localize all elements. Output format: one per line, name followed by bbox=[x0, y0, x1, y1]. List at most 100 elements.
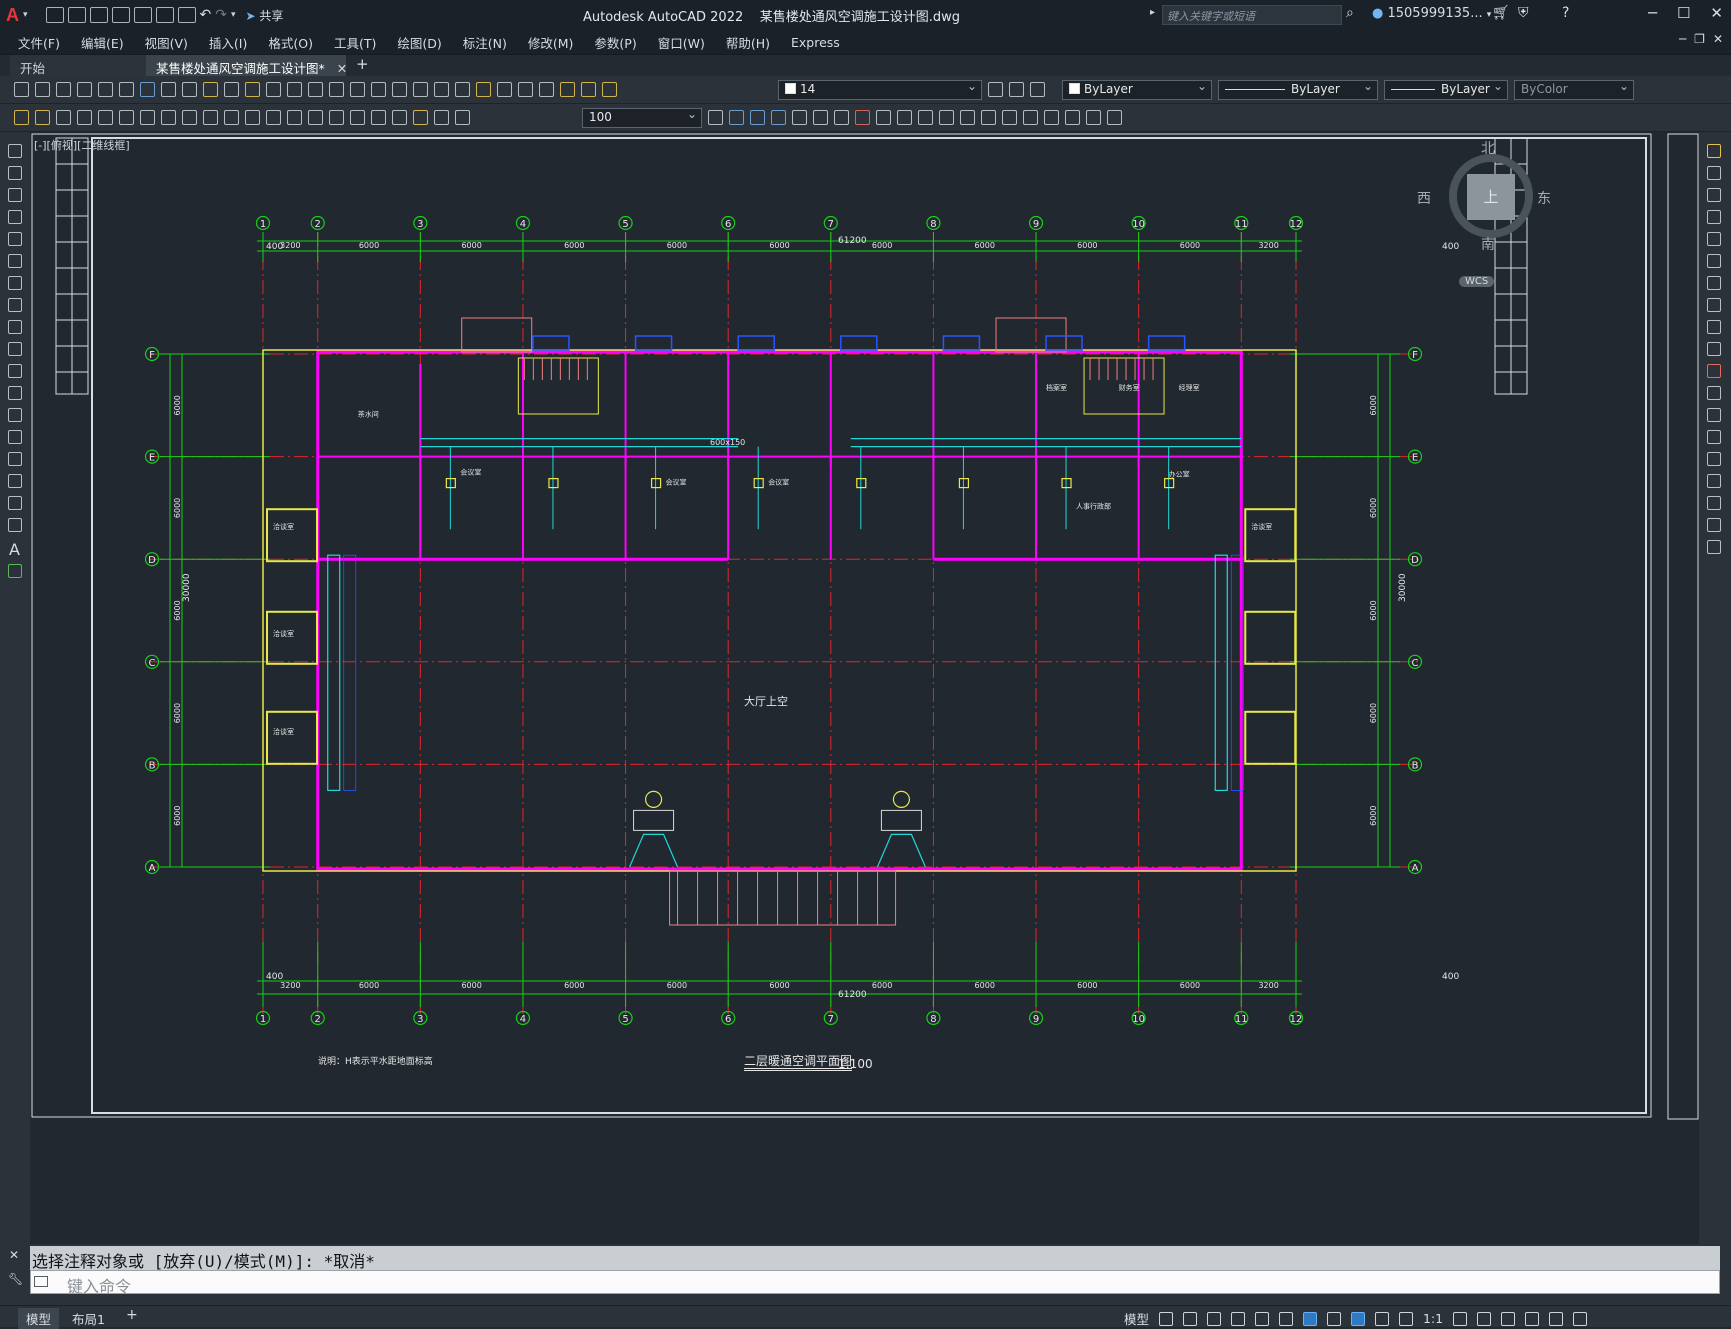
offset-right-icon[interactable] bbox=[1707, 232, 1721, 246]
gradient-icon[interactable] bbox=[8, 474, 22, 488]
multiline-text-icon[interactable]: A bbox=[9, 540, 20, 559]
spline-icon[interactable] bbox=[8, 320, 22, 334]
compass-east[interactable]: 东 bbox=[1537, 188, 1551, 208]
doc-minimize-icon[interactable]: ─ bbox=[1679, 32, 1686, 46]
layer-on-icon[interactable] bbox=[560, 82, 575, 97]
snap-icon[interactable] bbox=[1183, 1311, 1198, 1326]
color-dropdown[interactable]: ByLayer bbox=[1062, 79, 1212, 100]
tab-start[interactable]: 开始 bbox=[10, 55, 146, 77]
print-preview-icon[interactable] bbox=[98, 82, 113, 97]
dim-break-icon[interactable] bbox=[308, 110, 323, 125]
polygon-icon[interactable] bbox=[8, 210, 22, 224]
chamfer-right-icon[interactable] bbox=[1707, 474, 1721, 488]
new-tab-icon[interactable]: + bbox=[356, 55, 369, 77]
layer-lock-icon[interactable] bbox=[602, 82, 617, 97]
construction-line-icon[interactable] bbox=[8, 166, 22, 180]
layer-properties-icon[interactable] bbox=[539, 82, 554, 97]
tab-close-icon[interactable]: ✕ bbox=[337, 61, 347, 76]
blend-icon[interactable] bbox=[1707, 518, 1721, 532]
cut-icon[interactable] bbox=[161, 82, 176, 97]
menu-edit[interactable]: 编辑(E) bbox=[81, 33, 134, 52]
compass-north[interactable]: 北 bbox=[1481, 138, 1495, 158]
linetype-dropdown[interactable]: ByLayer bbox=[1218, 79, 1378, 100]
help-toolbar-icon[interactable] bbox=[518, 82, 533, 97]
insert-block-icon[interactable] bbox=[8, 386, 22, 400]
ortho-icon[interactable] bbox=[1207, 1311, 1222, 1326]
mirror-right-icon[interactable] bbox=[1707, 210, 1721, 224]
polyline-icon[interactable] bbox=[8, 188, 22, 202]
dim-edit-icon[interactable] bbox=[413, 110, 428, 125]
close-icon[interactable]: ✕ bbox=[1710, 4, 1723, 22]
open-web-icon[interactable] bbox=[133, 7, 152, 23]
cart-icon[interactable]: 🛒︎ bbox=[1492, 5, 1510, 21]
menu-express[interactable]: Express bbox=[791, 35, 850, 50]
workspace-switch-icon[interactable] bbox=[1453, 1311, 1468, 1326]
chamfer-icon[interactable] bbox=[1002, 110, 1017, 125]
tab-layout1[interactable]: 布局1 bbox=[64, 1308, 113, 1329]
object-snap-track-icon[interactable] bbox=[1279, 1311, 1294, 1326]
layer-states-icon[interactable] bbox=[1030, 82, 1045, 97]
trim-right-icon[interactable] bbox=[1707, 364, 1721, 378]
rotate-right-icon[interactable] bbox=[1707, 298, 1721, 312]
compass-south[interactable]: 南 bbox=[1481, 234, 1495, 254]
annotation-visibility-icon[interactable] bbox=[1351, 1311, 1366, 1326]
menu-help[interactable]: 帮助(H) bbox=[726, 33, 780, 52]
dim-override-icon[interactable] bbox=[708, 110, 723, 125]
point-icon[interactable] bbox=[8, 430, 22, 444]
add-selected-icon[interactable] bbox=[8, 564, 22, 578]
move-icon[interactable] bbox=[729, 110, 744, 125]
menu-view[interactable]: 视图(V) bbox=[145, 33, 198, 52]
join-right-icon[interactable] bbox=[1707, 452, 1721, 466]
command-close-icon[interactable]: ✕ bbox=[9, 1248, 19, 1262]
open-icon[interactable] bbox=[67, 7, 86, 23]
open-file-icon[interactable] bbox=[35, 82, 50, 97]
view-cube[interactable]: 上 北 南 东 西 WCS bbox=[1415, 141, 1555, 294]
explode-right-icon[interactable] bbox=[1707, 540, 1721, 554]
fillet-icon[interactable] bbox=[1023, 110, 1038, 125]
app-menu-arrow-icon[interactable]: ▾ bbox=[23, 10, 28, 20]
help-icon[interactable]: ? bbox=[1562, 5, 1569, 21]
autodesk-app-icon[interactable]: ⛨ bbox=[1518, 5, 1529, 21]
auto-scale-icon[interactable] bbox=[1375, 1311, 1390, 1326]
rotate-icon[interactable] bbox=[876, 110, 891, 125]
fillet-right-icon[interactable] bbox=[1707, 496, 1721, 510]
menu-insert[interactable]: 插入(I) bbox=[209, 33, 257, 52]
save-icon[interactable] bbox=[89, 7, 108, 23]
stretch-right-icon[interactable] bbox=[1707, 342, 1721, 356]
copy-right-icon[interactable] bbox=[1707, 188, 1721, 202]
compass-west[interactable]: 西 bbox=[1417, 188, 1431, 208]
menu-file[interactable]: 文件(F) bbox=[18, 33, 70, 52]
tool-palettes-icon[interactable] bbox=[434, 82, 449, 97]
qnew-icon[interactable] bbox=[14, 82, 29, 97]
angular-dim-icon[interactable] bbox=[203, 110, 218, 125]
dim-space-icon[interactable] bbox=[287, 110, 302, 125]
scale-right-icon[interactable] bbox=[1707, 320, 1721, 334]
search-input[interactable]: 键入关键字或短语 bbox=[1162, 5, 1342, 25]
search-expand-icon[interactable]: ▸ bbox=[1150, 7, 1155, 18]
table-icon[interactable] bbox=[8, 518, 22, 532]
break-right-icon[interactable] bbox=[1707, 430, 1721, 444]
3dprint-icon[interactable] bbox=[140, 82, 155, 97]
hatch-icon[interactable] bbox=[8, 452, 22, 466]
polar-icon[interactable] bbox=[1231, 1311, 1246, 1326]
scale-icon[interactable] bbox=[897, 110, 912, 125]
dim-update-icon[interactable] bbox=[455, 110, 470, 125]
arc-icon[interactable] bbox=[8, 254, 22, 268]
move-right-icon[interactable] bbox=[1707, 276, 1721, 290]
autocad-logo-icon[interactable]: A bbox=[6, 5, 19, 26]
grid-icon[interactable] bbox=[1159, 1311, 1174, 1326]
customize-qa-icon[interactable]: ▾ bbox=[231, 10, 236, 20]
quick-dim-icon[interactable] bbox=[224, 110, 239, 125]
plot-icon[interactable] bbox=[177, 7, 196, 23]
undo-icon[interactable]: ↶ bbox=[200, 7, 212, 23]
trim-icon[interactable] bbox=[918, 110, 933, 125]
design-center-icon[interactable] bbox=[413, 82, 428, 97]
diameter-dim-icon[interactable] bbox=[182, 110, 197, 125]
copy-icon[interactable] bbox=[182, 82, 197, 97]
group-icon[interactable] bbox=[1065, 110, 1080, 125]
sheet-set-icon[interactable] bbox=[455, 82, 470, 97]
erase-icon[interactable] bbox=[855, 110, 870, 125]
ungroup-icon[interactable] bbox=[1086, 110, 1101, 125]
join-icon[interactable] bbox=[981, 110, 996, 125]
command-input[interactable]: 键入命令 bbox=[30, 1270, 1720, 1296]
